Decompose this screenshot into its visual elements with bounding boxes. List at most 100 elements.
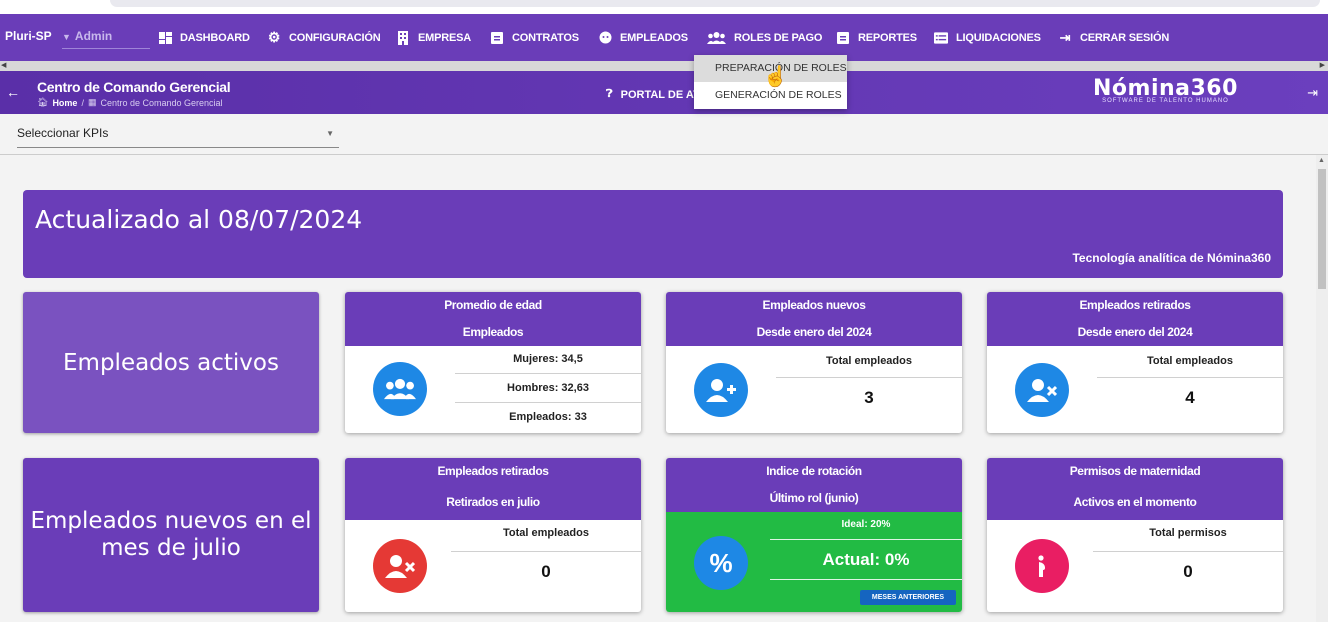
rotacion-actual: Actual: 0% [770,540,962,580]
card-edad-title: Promedio de edad [444,298,542,312]
nav-reportes[interactable]: REPORTES [836,31,917,44]
help-portal-label: PORTAL DE AY [620,88,701,101]
kpi-toolbar: Seleccionar KPIs ▼ [0,114,1328,155]
card-retirados-title: Empleados retirados [1079,298,1191,312]
scroll-left-icon[interactable]: ◀ [1,61,6,69]
face-icon [598,31,612,44]
card-retjul-label: Total empleados [451,520,641,552]
nav-roles-de-pago[interactable]: ROLES DE PAGO [706,31,822,44]
card-maternidad-subtitle: Activos en el momento [1073,495,1197,509]
back-arrow-icon[interactable]: ← [6,84,20,100]
company-name: Pluri-SP [5,29,52,43]
card-indice-rotacion: Indice de rotación Último rol (junio) % I… [666,458,962,612]
help-icon: ❓︎ [606,88,613,100]
nav-empleados-label: EMPLEADOS [620,31,688,44]
card-maternidad-title: Permisos de maternidad [1069,464,1201,478]
card-nuevos-value: 3 [864,388,874,407]
nav-cerrar-sesion[interactable]: ⇥ CERRAR SESIÓN [1058,29,1170,45]
horizontal-scrollbar[interactable]: ◀ ▶ [0,61,1328,71]
nav-dashboard[interactable]: DASHBOARD [158,31,250,44]
breadcrumb: 🏠︎ Home / ▦ Centro de Comando Gerencial [37,97,223,108]
home-icon: 🏠︎ [37,97,49,107]
card-empleados-nuevos: Empleados nuevos Desde enero del 2024 Tot… [666,292,962,433]
chevron-down-icon: ▼ [62,32,71,42]
logo-tagline: SOFTWARE DE TALENTO HUMANO [1102,98,1229,104]
nav-contratos[interactable]: CONTRATOS [490,31,579,44]
rotacion-body: % Ideal: 20% Actual: 0% MESES ANTERIORES [666,512,962,612]
kpi-select[interactable]: Seleccionar KPIs ▼ [17,126,339,148]
percent-icon: % [694,536,748,590]
nomina360-logo: Nómina360 SOFTWARE DE TALENTO HUMANO [1093,76,1238,104]
breadcrumb-current: Centro de Comando Gerencial [100,97,223,108]
stat-hombres: Hombres: 32,63 [455,374,641,403]
rotacion-ideal: Ideal: 20% [770,516,962,540]
stat-empleados: Empleados: 33 [509,411,587,423]
page-header: ← Centro de Comando Gerencial 🏠︎ Home / … [0,71,1328,114]
card-retirados-value: 4 [1185,388,1195,407]
card-nuevos-subtitle: Desde enero del 2024 [756,325,872,339]
gear-icon: ⚙ [267,29,281,45]
top-navbar: Pluri-SP ▼ Admin DASHBOARD ⚙ CONFIGURACIÓ… [0,14,1328,61]
help-portal-link[interactable]: ❓︎ PORTAL DE AY [606,88,700,101]
card-rotacion-title: Indice de rotación [766,464,862,478]
role-value: Admin [74,29,113,43]
card-edad-subtitle: Empleados [462,325,524,339]
list-icon [934,31,948,44]
nav-contratos-label: CONTRATOS [512,31,579,44]
card-rotacion-subtitle: Último rol (junio) [769,491,859,505]
card-retirados-julio: Empleados retirados Retirados en julio To… [345,458,641,612]
update-banner: Actualizado al 08/07/2024 Tecnología ana… [23,190,1283,278]
card-retjul-value: 0 [541,562,551,581]
card-maternidad-label: Total permisos [1093,520,1283,552]
remove-user-icon [373,539,427,593]
exit-icon[interactable]: ⇥ [1307,85,1318,101]
page-title: Centro de Comando Gerencial [37,79,231,95]
breadcrumb-separator: / [81,97,84,108]
card-nuevos-label: Total empleados [776,348,962,378]
scrollbar-thumb[interactable] [1318,169,1326,289]
card-nuevos-title: Empleados nuevos [762,298,866,312]
nav-reportes-label: REPORTES [858,31,917,44]
scroll-right-icon[interactable]: ▶ [1320,61,1325,69]
nav-empresa-label: EMPRESA [418,31,471,44]
card-retirados-label: Total empleados [1097,348,1283,378]
nav-roles-label: ROLES DE PAGO [734,31,823,44]
address-bar-edge [110,0,1320,7]
card-empleados-retirados: Empleados retirados Desde enero del 2024 … [987,292,1283,433]
nav-empresa[interactable]: EMPRESA [396,30,471,45]
chevron-down-icon: ▼ [326,129,334,138]
card-retirados-subtitle: Desde enero del 2024 [1077,325,1193,339]
card-maternidad-value: 0 [1183,562,1193,581]
logout-icon: ⇥ [1059,29,1071,45]
breadcrumb-home[interactable]: Home [52,98,77,108]
group-icon [373,362,427,416]
nav-logout-label: CERRAR SESIÓN [1080,31,1170,44]
tile-nuevos-mes-label: Empleados nuevos en el mes de julio [30,508,312,561]
stat-mujeres: Mujeres: 34,5 [455,346,641,374]
remove-user-icon [1015,363,1069,417]
tile-empleados-nuevos-mes[interactable]: Empleados nuevos en el mes de julio [23,458,319,612]
nav-configuracion[interactable]: ⚙ CONFIGURACIÓN [267,29,381,45]
tile-empleados-activos-label: Empleados activos [63,349,279,376]
browser-top-strip [0,0,1328,14]
card-retjul-subtitle: Retirados en julio [446,495,540,509]
group-icon [706,31,726,44]
vertical-scrollbar[interactable]: ▲ [1316,155,1328,622]
hand-cursor-icon: ☝ [763,66,788,88]
card-retjul-title: Empleados retirados [437,464,549,478]
nav-dashboard-label: DASHBOARD [180,31,250,44]
scroll-up-icon[interactable]: ▲ [1318,157,1325,164]
nav-liquidaciones-label: LIQUIDACIONES [956,31,1041,44]
dashboard-small-icon: ▦ [87,97,97,107]
report-icon [836,31,850,44]
nav-liquidaciones[interactable]: LIQUIDACIONES [934,31,1041,44]
meses-anteriores-button[interactable]: MESES ANTERIORES [859,590,956,605]
tile-empleados-activos[interactable]: Empleados activos [23,292,319,433]
nav-configuracion-label: CONFIGURACIÓN [289,31,381,44]
dashboard-icon [158,31,172,44]
card-permisos-maternidad: Permisos de maternidad Activos en el mome… [987,458,1283,612]
card-promedio-edad: Promedio de edad Empleados Mujeres: 34,5 … [345,292,641,433]
nav-empleados[interactable]: EMPLEADOS [598,31,688,44]
role-select[interactable]: ▼ Admin [62,29,150,49]
kpi-select-placeholder: Seleccionar KPIs [17,126,109,140]
